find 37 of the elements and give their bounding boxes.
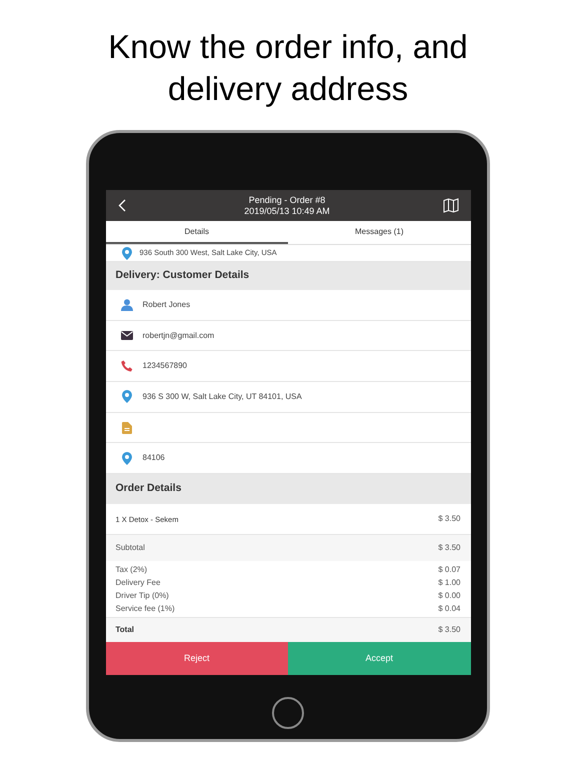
detail-text: 84106 <box>142 452 165 464</box>
fee-label: Delivery Fee <box>116 577 160 590</box>
fee-label: Driver Tip (0%) <box>116 590 169 602</box>
back-icon <box>118 199 126 212</box>
total-amount: $ 3.50 <box>438 624 460 636</box>
subtotal-label: Subtotal <box>116 542 145 554</box>
map-button[interactable] <box>442 198 458 213</box>
tab[interactable]: Messages (1) <box>288 221 470 244</box>
map-icon <box>442 198 458 213</box>
reject-button[interactable]: Reject <box>106 642 288 675</box>
fee-label: Service fee (1%) <box>116 603 175 616</box>
location-pin-icon <box>122 452 132 465</box>
fee-amount: $ 0.04 <box>438 603 460 616</box>
fee-amount: $ 0.00 <box>438 590 460 602</box>
order-date: 2019/05/13 10:49 AM <box>244 206 330 216</box>
headline: Know the order info, and delivery address <box>107 27 469 109</box>
item-price: $ 3.50 <box>438 513 460 526</box>
location-pin-icon <box>122 246 132 260</box>
fee-amount: $ 1.00 <box>438 577 460 590</box>
subtotal-amount: $ 3.50 <box>438 542 460 554</box>
fee-amount: $ 0.07 <box>438 564 460 576</box>
document-icon <box>122 422 132 434</box>
detail-text: 936 S 300 W, Salt Lake City, UT 84101, USA <box>142 390 302 403</box>
envelope-icon <box>120 331 132 340</box>
location-pin-icon <box>122 390 132 404</box>
detail-text: Robert Jones <box>142 298 190 311</box>
home-button[interactable] <box>272 697 304 729</box>
detail-text: robertjn@gmail.com <box>142 330 214 342</box>
total-label: Total <box>116 624 134 636</box>
section-title: Order Details <box>116 481 182 496</box>
phone-icon <box>120 360 132 372</box>
detail-text: 1234567890 <box>142 360 187 372</box>
fee-label: Tax (2%) <box>116 564 148 576</box>
order-title: Pending - Order #8 <box>248 194 326 206</box>
tab[interactable]: Details <box>106 221 288 244</box>
section-title: Delivery: Customer Details <box>116 268 250 284</box>
person-icon <box>120 298 132 311</box>
